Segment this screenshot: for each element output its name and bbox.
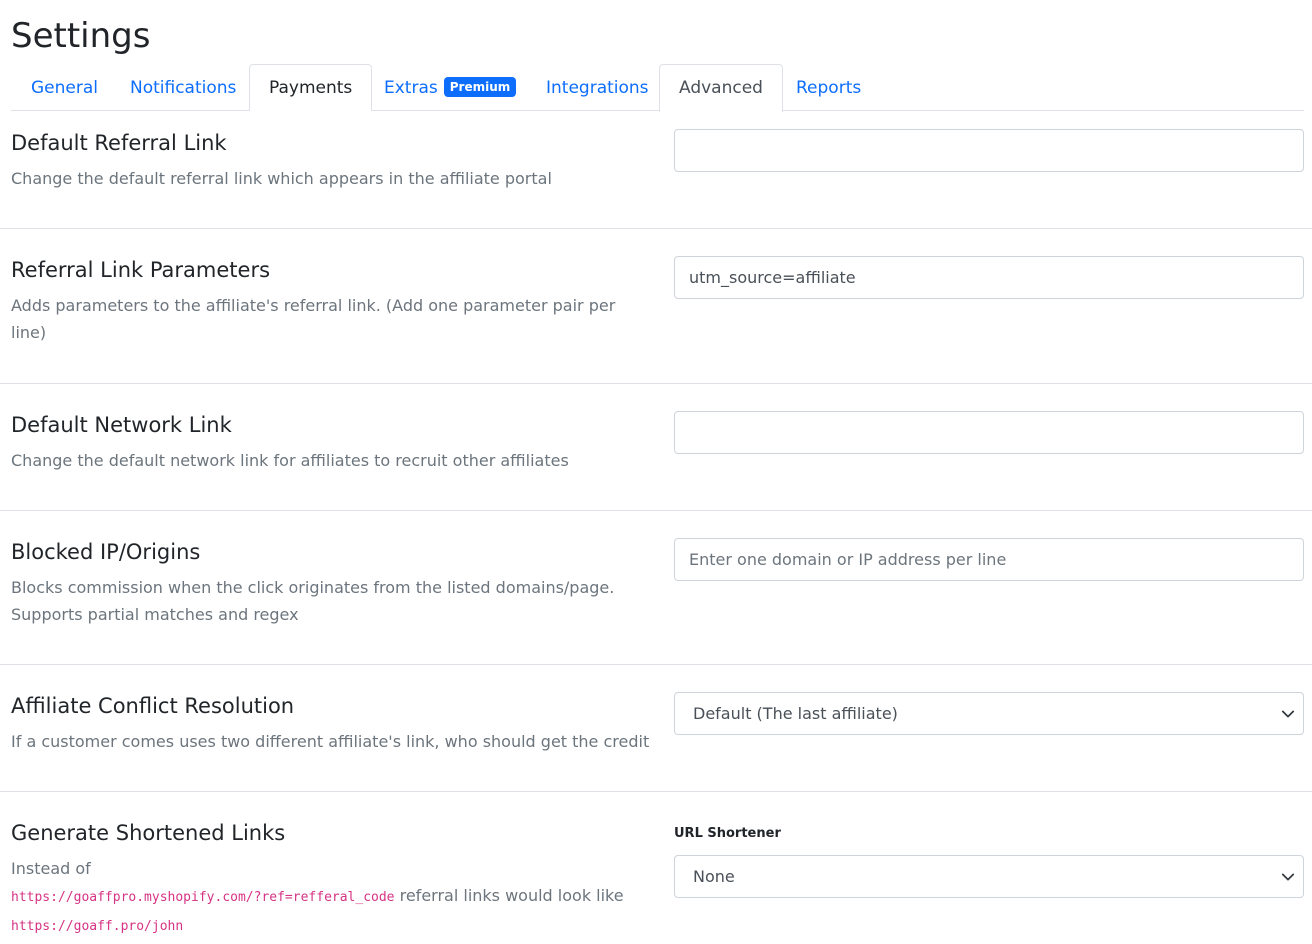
tab-reports[interactable]: Reports	[776, 64, 881, 111]
tab-label: Notifications	[130, 78, 237, 98]
chevron-down-icon	[1281, 873, 1295, 881]
section-description: If a customer comes uses two different a…	[11, 732, 650, 751]
desc-middle: referral links would look like	[399, 886, 624, 905]
tab-notifications[interactable]: Notifications	[110, 64, 256, 111]
settings-tabs: General Notifications Payments Extras Pre…	[11, 64, 1304, 112]
tab-label: Payments	[269, 78, 353, 98]
tab-label: Advanced	[679, 78, 763, 98]
tab-general[interactable]: General	[11, 64, 118, 111]
tab-integrations[interactable]: Integrations	[526, 64, 669, 111]
url-shortener-select[interactable]: None	[674, 855, 1304, 898]
tab-payments[interactable]: Payments	[249, 64, 373, 111]
section-title: Blocked IP/Origins	[11, 540, 201, 564]
section-title: Default Referral Link	[11, 131, 227, 155]
settings-page: Settings General Notifications Payments …	[0, 0, 1312, 944]
tab-label: Reports	[796, 78, 862, 98]
section-title: Default Network Link	[11, 413, 232, 437]
tab-label: Extras	[384, 78, 438, 98]
desc-prefix: Instead of	[11, 859, 91, 878]
section-divider	[0, 228, 1312, 229]
tab-label: Integrations	[546, 78, 649, 98]
short-url-example: https://goaff.pro/john	[11, 919, 184, 934]
chevron-down-icon	[1281, 710, 1295, 718]
tab-extras[interactable]: Extras Premium	[364, 64, 536, 111]
section-divider	[0, 383, 1312, 384]
section-title: Affiliate Conflict Resolution	[11, 694, 295, 718]
section-divider	[0, 664, 1312, 665]
select-value: Default (The last affiliate)	[693, 704, 898, 723]
blocked-ip-origins-textarea[interactable]: Enter one domain or IP address per line	[674, 538, 1304, 581]
section-divider	[0, 791, 1312, 792]
section-divider	[0, 510, 1312, 511]
section-description: Instead of https://goaffpro.myshopify.co…	[11, 855, 651, 940]
page-title: Settings	[11, 16, 151, 56]
select-value: None	[693, 867, 735, 886]
section-title: Referral Link Parameters	[11, 258, 271, 282]
section-description: Blocks commission when the click origina…	[11, 578, 615, 624]
tab-advanced[interactable]: Advanced	[659, 64, 783, 112]
url-shortener-label: URL Shortener	[674, 826, 781, 841]
section-description: Adds parameters to the affiliate's refer…	[11, 296, 616, 342]
referral-link-parameters-textarea[interactable]: utm_source=affiliate	[674, 256, 1304, 299]
default-referral-link-input[interactable]	[674, 129, 1304, 172]
tab-label: General	[31, 78, 98, 98]
premium-badge: Premium	[443, 77, 517, 97]
section-description: Change the default referral link which a…	[11, 169, 552, 188]
long-url-example: https://goaffpro.myshopify.com/?ref=reff…	[11, 890, 395, 905]
section-description: Change the default network link for affi…	[11, 451, 569, 470]
section-title: Generate Shortened Links	[11, 821, 286, 845]
conflict-resolution-select[interactable]: Default (The last affiliate)	[674, 692, 1304, 735]
default-network-link-input[interactable]	[674, 411, 1304, 454]
